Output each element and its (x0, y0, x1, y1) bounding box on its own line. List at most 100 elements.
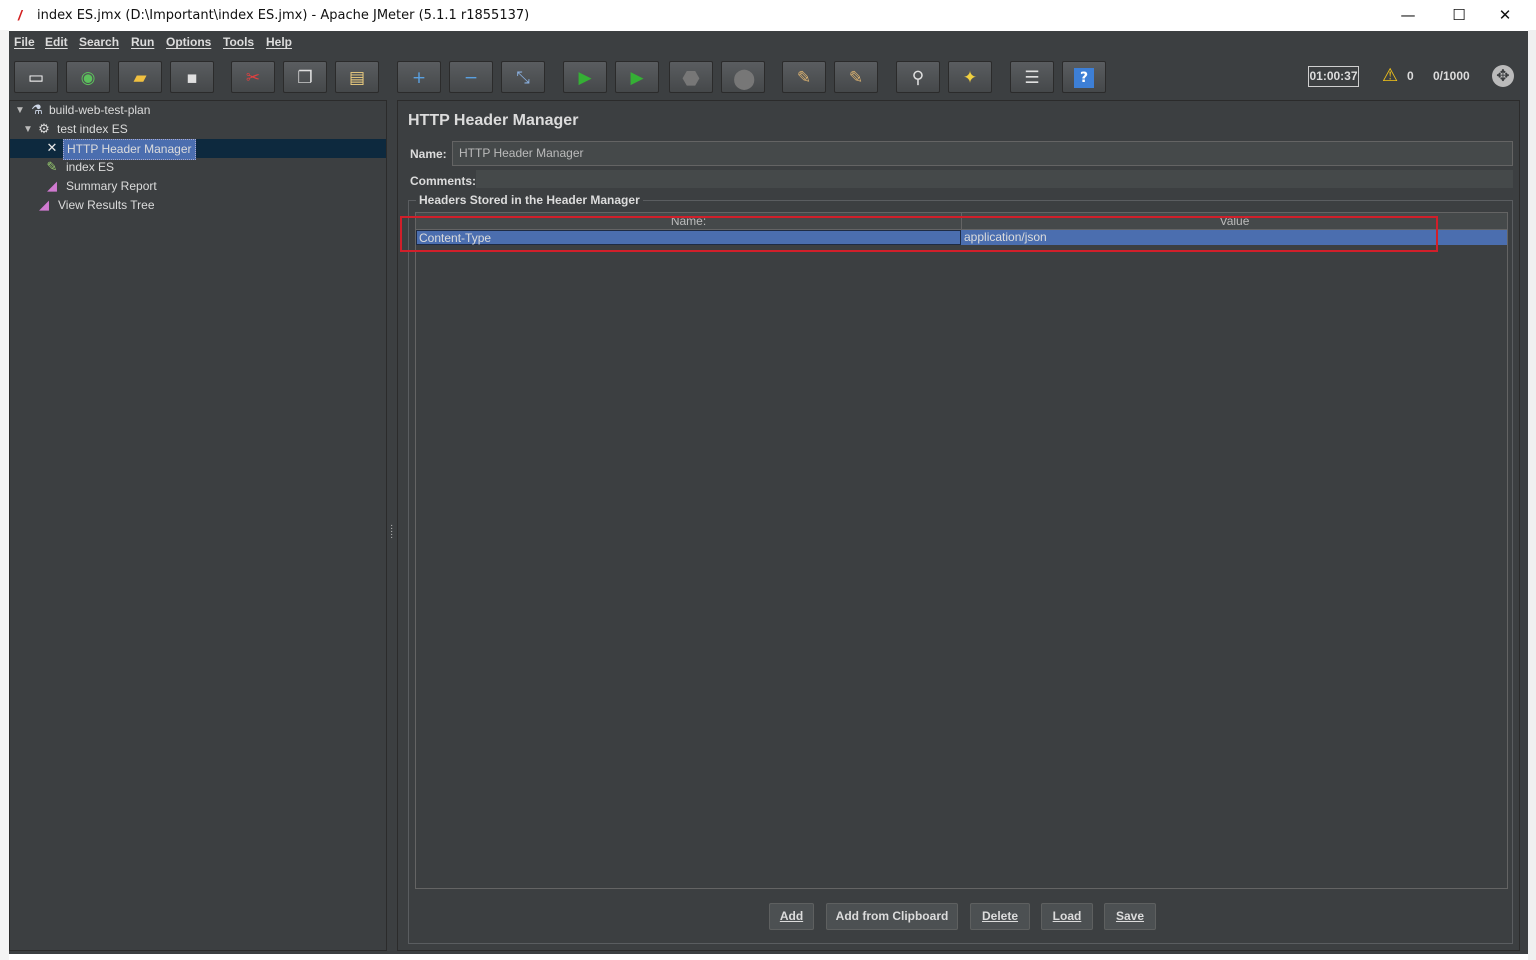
toolbar: ▭ ◉ ▰ ▪ ✂ ❐ ▤ + − ⤡ ▶ ▶ ⬣ ⬤ ✎ ✎ ⚲ ✦ ☰? 01:00:37 ⚠ 0 0/1000… (9, 55, 1528, 99)
jmeter-logo-icon: / (18, 7, 22, 23)
load-button[interactable]: Load (1041, 903, 1093, 930)
tree-item-label: build-web-test-plan (49, 103, 151, 117)
stop-icon: ⬣ (682, 66, 700, 90)
help-icon: ? (1074, 68, 1094, 88)
column-header-value[interactable]: Value (962, 213, 1507, 229)
new-button[interactable]: ▭ (14, 61, 58, 93)
remote-status-icon[interactable]: ✥ (1492, 65, 1514, 87)
element-editor-panel: HTTP Header Manager Name: HTTP Header Ma… (397, 100, 1520, 951)
name-field[interactable]: HTTP Header Manager (452, 141, 1513, 166)
wrench-icon: ✕ (46, 141, 58, 156)
add-button[interactable]: Add (769, 903, 814, 930)
window-title: index ES.jmx (D:\Important\index ES.jmx)… (37, 8, 530, 23)
column-header-name[interactable]: Name: (416, 213, 961, 229)
tree-item-label: test index ES (57, 122, 128, 136)
elapsed-timer: 01:00:37 (1308, 66, 1359, 87)
function-helper-icon: ☰ (1024, 68, 1040, 88)
copy-icon: ❐ (297, 68, 313, 88)
flask-icon: ⚗ (31, 103, 43, 118)
expand-toggle-icon[interactable]: ▼ (15, 101, 25, 120)
background-window-edge-right (1528, 30, 1536, 960)
jmeter-window: File Edit Search Run Options Tools Help … (9, 31, 1528, 954)
warning-icon[interactable]: ⚠ (1382, 65, 1398, 86)
clear-all-icon: ✎ (848, 68, 864, 88)
open-button[interactable]: ▰ (118, 61, 162, 93)
maximize-button[interactable]: ☐ (1436, 0, 1482, 30)
new-icon: ▭ (27, 68, 45, 88)
chart-icon: ◢ (39, 198, 49, 213)
menu-bar: File Edit Search Run Options Tools Help (9, 31, 1528, 54)
collapse-icon: − (463, 68, 479, 88)
add-from-clipboard-button[interactable]: Add from Clipboard (826, 903, 958, 930)
delete-button[interactable]: Delete (970, 903, 1030, 930)
split-pane-divider[interactable]: · · · · · (387, 100, 397, 951)
menu-search[interactable]: Search (79, 35, 119, 49)
background-window-edge (0, 30, 9, 960)
cut-button[interactable]: ✂ (231, 61, 275, 93)
splitter-grip-icon[interactable]: · · · · · (390, 521, 393, 543)
open-icon: ▰ (133, 68, 147, 88)
test-plan-tree: ▼ ⚗ build-web-test-plan ▼ ⚙ test index E… (9, 100, 387, 951)
clear-all-button[interactable]: ✎ (834, 61, 878, 93)
headers-group-title: Headers Stored in the Header Manager (416, 193, 643, 207)
reset-search-icon: ✦ (962, 68, 978, 88)
chart-icon: ◢ (47, 179, 57, 194)
start-button[interactable]: ▶ (563, 61, 607, 93)
stop-button[interactable]: ⬣ (669, 61, 713, 93)
paste-icon: ▤ (348, 68, 366, 88)
function-helper-button[interactable]: ☰ (1010, 61, 1054, 93)
save-button[interactable]: ▪ (170, 61, 214, 93)
title-bar: / index ES.jmx (D:\Important\index ES.jm… (9, 0, 1528, 32)
comments-field[interactable] (476, 170, 1513, 188)
minimize-button[interactable]: — (1385, 0, 1431, 30)
table-header: Name: Value (416, 213, 1507, 230)
toggle-button[interactable]: ⤡ (501, 61, 545, 93)
clear-icon: ✎ (796, 68, 812, 88)
warning-count: 0 (1407, 69, 1414, 83)
paste-button[interactable]: ▤ (335, 61, 379, 93)
start-no-pause-button[interactable]: ▶ (615, 61, 659, 93)
gear-icon: ⚙ (38, 122, 50, 137)
active-threads: 0/1000 (1433, 69, 1470, 83)
start-icon: ▶ (578, 68, 592, 88)
collapse-button[interactable]: − (449, 61, 493, 93)
tree-item-label: index ES (66, 160, 115, 174)
clear-button[interactable]: ✎ (782, 61, 826, 93)
menu-run[interactable]: Run (131, 35, 154, 49)
templates-button[interactable]: ◉ (66, 61, 110, 93)
menu-edit[interactable]: Edit (45, 35, 68, 49)
cell-header-value[interactable]: application/json (962, 230, 1507, 245)
menu-help[interactable]: Help (266, 35, 292, 49)
save-button[interactable]: Save (1104, 903, 1156, 930)
help-button[interactable]: ? (1062, 61, 1106, 93)
tree-item-label: View Results Tree (58, 198, 155, 212)
menu-options[interactable]: Options (166, 35, 211, 49)
add-from-clipboard-label: Add from Clipboard (835, 909, 949, 923)
templates-icon: ◉ (80, 68, 96, 88)
table-row[interactable]: Content-Type application/json (416, 230, 1507, 245)
close-button[interactable]: ✕ (1482, 0, 1528, 30)
tree-item-label: Summary Report (66, 179, 157, 193)
pencil-icon: ✎ (46, 160, 58, 175)
save-icon: ▪ (186, 68, 198, 88)
cell-header-name[interactable]: Content-Type (416, 230, 961, 245)
comments-label: Comments: (410, 174, 477, 188)
menu-file[interactable]: File (14, 35, 35, 49)
page-title: HTTP Header Manager (408, 112, 579, 129)
menu-tools[interactable]: Tools (223, 35, 254, 49)
cut-icon: ✂ (245, 68, 261, 88)
toggle-icon: ⤡ (516, 68, 530, 88)
copy-button[interactable]: ❐ (283, 61, 327, 93)
tree-item-label: HTTP Header Manager (63, 139, 196, 160)
expand-toggle-icon[interactable]: ▼ (23, 120, 33, 139)
shutdown-icon: ⬤ (733, 66, 756, 90)
reset-search-button[interactable]: ✦ (948, 61, 992, 93)
shutdown-button[interactable]: ⬤ (721, 61, 765, 93)
headers-table: Name: Value Content-Type application/jso… (415, 212, 1508, 889)
expand-button[interactable]: + (397, 61, 441, 93)
search-button[interactable]: ⚲ (896, 61, 940, 93)
expand-icon: + (411, 68, 427, 88)
name-label: Name: (410, 147, 447, 161)
start-no-pause-icon: ▶ (630, 68, 644, 88)
search-icon: ⚲ (911, 68, 925, 88)
